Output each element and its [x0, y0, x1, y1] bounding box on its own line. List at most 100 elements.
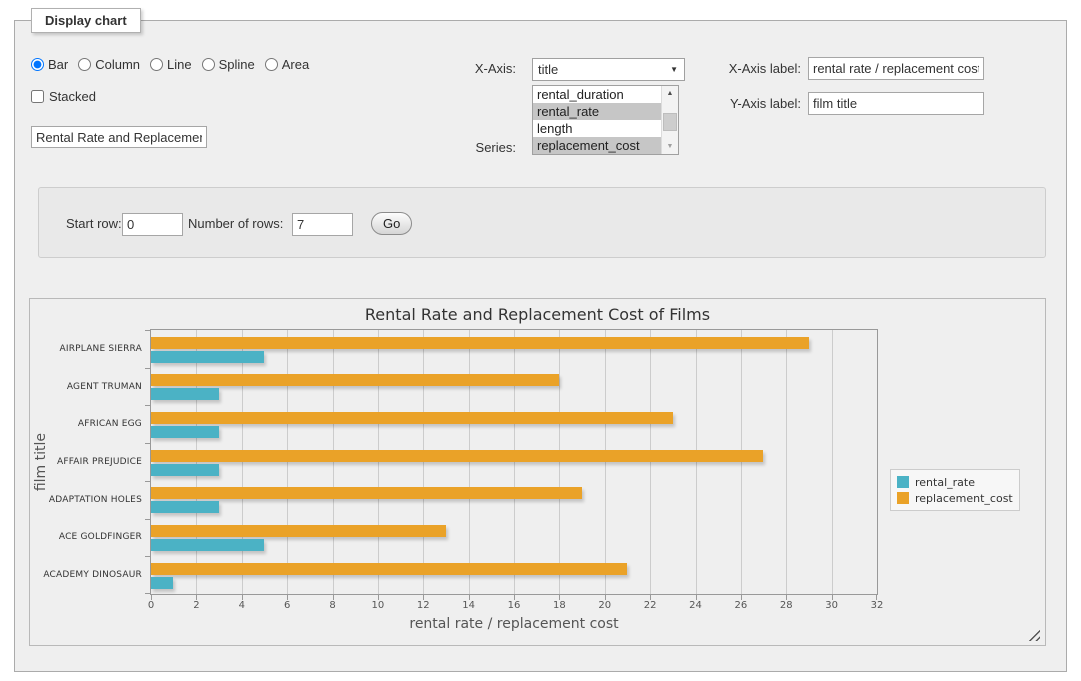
legend-label-replacement_cost: replacement_cost — [915, 492, 1013, 505]
chart-type-radio-spline[interactable] — [202, 58, 215, 71]
chart-type-radio-area[interactable] — [265, 58, 278, 71]
y-axis-label-input[interactable] — [808, 92, 984, 115]
legend-item-rental_rate: rental_rate — [897, 474, 1013, 490]
x-tick-labels: 02468101214161820222426283032 — [150, 600, 878, 612]
series-scrollbar[interactable]: ▲ ▼ — [661, 86, 678, 154]
scrollbar-thumb[interactable] — [663, 113, 677, 131]
y-tick-mark — [145, 519, 150, 520]
bar-replacement_cost-4 — [151, 487, 582, 499]
y-axis-label-label: Y-Axis label: — [721, 96, 801, 111]
chart-type-radio-bar[interactable] — [31, 58, 44, 71]
bar-replacement_cost-6 — [151, 563, 627, 575]
bar-replacement_cost-0 — [151, 337, 809, 349]
y-category-label: ACADEMY DINOSAUR — [46, 556, 142, 594]
y-tick-mark — [145, 593, 150, 594]
scroll-down-icon[interactable]: ▼ — [662, 139, 678, 154]
legend-item-replacement_cost: replacement_cost — [897, 490, 1013, 506]
x-axis-select[interactable]: title ▼ — [532, 58, 685, 81]
bar-rental_rate-3 — [151, 464, 219, 476]
bar-rental_rate-5 — [151, 539, 264, 551]
gridline — [514, 330, 515, 594]
y-tick-mark — [145, 368, 150, 369]
scroll-up-icon[interactable]: ▲ — [662, 86, 678, 101]
bar-replacement_cost-3 — [151, 450, 763, 462]
chart-type-label-bar: Bar — [48, 57, 68, 72]
start-row-label: Start row: — [66, 216, 122, 231]
chart-type-item-column[interactable]: Column — [78, 57, 140, 72]
x-tick-label: 10 — [372, 600, 385, 611]
series-label: Series: — [442, 140, 516, 155]
series-listbox[interactable]: rental_durationrental_ratelengthreplacem… — [532, 85, 679, 155]
gridline — [423, 330, 424, 594]
y-tick-mark — [145, 443, 150, 444]
y-category-labels: AIRPLANE SIERRAAGENT TRUMANAFRICAN EGGAF… — [50, 330, 146, 594]
num-rows-input[interactable] — [292, 213, 353, 236]
stacked-label: Stacked — [49, 89, 96, 104]
chart-container: Rental Rate and Replacement Cost of Film… — [29, 298, 1046, 646]
chart-type-label-column: Column — [95, 57, 140, 72]
chart-type-label-spline: Spline — [219, 57, 255, 72]
row-range-panel: Start row: Number of rows: Go — [38, 187, 1046, 258]
y-category-label: AIRPLANE SIERRA — [46, 330, 142, 368]
gridline — [287, 330, 288, 594]
resize-grip-icon[interactable] — [1028, 629, 1040, 641]
series-option-length[interactable]: length — [533, 120, 661, 137]
gridline — [741, 330, 742, 594]
gridline — [242, 330, 243, 594]
bar-rental_rate-6 — [151, 577, 173, 589]
chart-type-item-area[interactable]: Area — [265, 57, 309, 72]
gridline — [196, 330, 197, 594]
series-option-rental_rate[interactable]: rental_rate — [533, 103, 661, 120]
fieldset-legend-text: Display chart — [45, 13, 127, 28]
x-axis-label-input[interactable] — [808, 57, 984, 80]
x-tick-label: 18 — [553, 600, 566, 611]
gridline — [832, 330, 833, 594]
chart-type-label-line: Line — [167, 57, 192, 72]
x-tick-label: 0 — [148, 600, 154, 611]
gridline — [650, 330, 651, 594]
x-axis-title: rental rate / replacement cost — [150, 616, 878, 632]
page: Display chart Bar Column Line Spline Area St… — [0, 0, 1081, 681]
bar-rental_rate-2 — [151, 426, 219, 438]
x-tick-label: 24 — [689, 600, 702, 611]
bar-replacement_cost-2 — [151, 412, 673, 424]
x-tick-label: 16 — [508, 600, 521, 611]
gridline — [378, 330, 379, 594]
series-option-rental_duration[interactable]: rental_duration — [533, 86, 661, 103]
gridline — [469, 330, 470, 594]
y-category-label: AFFAIR PREJUDICE — [46, 443, 142, 481]
y-category-label: AGENT TRUMAN — [46, 368, 142, 406]
go-button[interactable]: Go — [371, 212, 412, 235]
chart-type-label-area: Area — [282, 57, 309, 72]
x-axis-label-label: X-Axis label: — [721, 61, 801, 76]
chart-title-input[interactable] — [31, 126, 207, 148]
x-tick-label: 30 — [825, 600, 838, 611]
fieldset-legend: Display chart — [31, 8, 141, 33]
x-axis-select-value: title — [538, 62, 558, 77]
y-tick-mark — [145, 330, 150, 331]
bar-rental_rate-0 — [151, 351, 264, 363]
y-tick-mark — [145, 556, 150, 557]
legend-swatch-rental_rate — [897, 476, 909, 488]
chart-type-item-spline[interactable]: Spline — [202, 57, 255, 72]
chart-legend: rental_rate replacement_cost — [890, 469, 1020, 511]
stacked-checkbox-row[interactable]: Stacked — [31, 89, 96, 104]
x-tick-label: 6 — [284, 600, 290, 611]
num-rows-label: Number of rows: — [188, 216, 283, 231]
stacked-checkbox[interactable] — [31, 90, 44, 103]
chart-type-item-line[interactable]: Line — [150, 57, 192, 72]
y-tick-mark — [145, 405, 150, 406]
x-tick-label: 32 — [871, 600, 884, 611]
start-row-input[interactable] — [122, 213, 183, 236]
x-axis-select-label: X-Axis: — [442, 61, 516, 76]
chart-type-radio-column[interactable] — [78, 58, 91, 71]
x-tick-label: 14 — [462, 600, 475, 611]
gridline — [696, 330, 697, 594]
series-option-replacement_cost[interactable]: replacement_cost — [533, 137, 661, 154]
gridline — [605, 330, 606, 594]
chart-type-item-bar[interactable]: Bar — [31, 57, 68, 72]
chart-type-radio-line[interactable] — [150, 58, 163, 71]
y-tick-mark — [145, 481, 150, 482]
series-options: rental_durationrental_ratelengthreplacem… — [533, 86, 661, 154]
chevron-down-icon: ▼ — [670, 65, 678, 74]
